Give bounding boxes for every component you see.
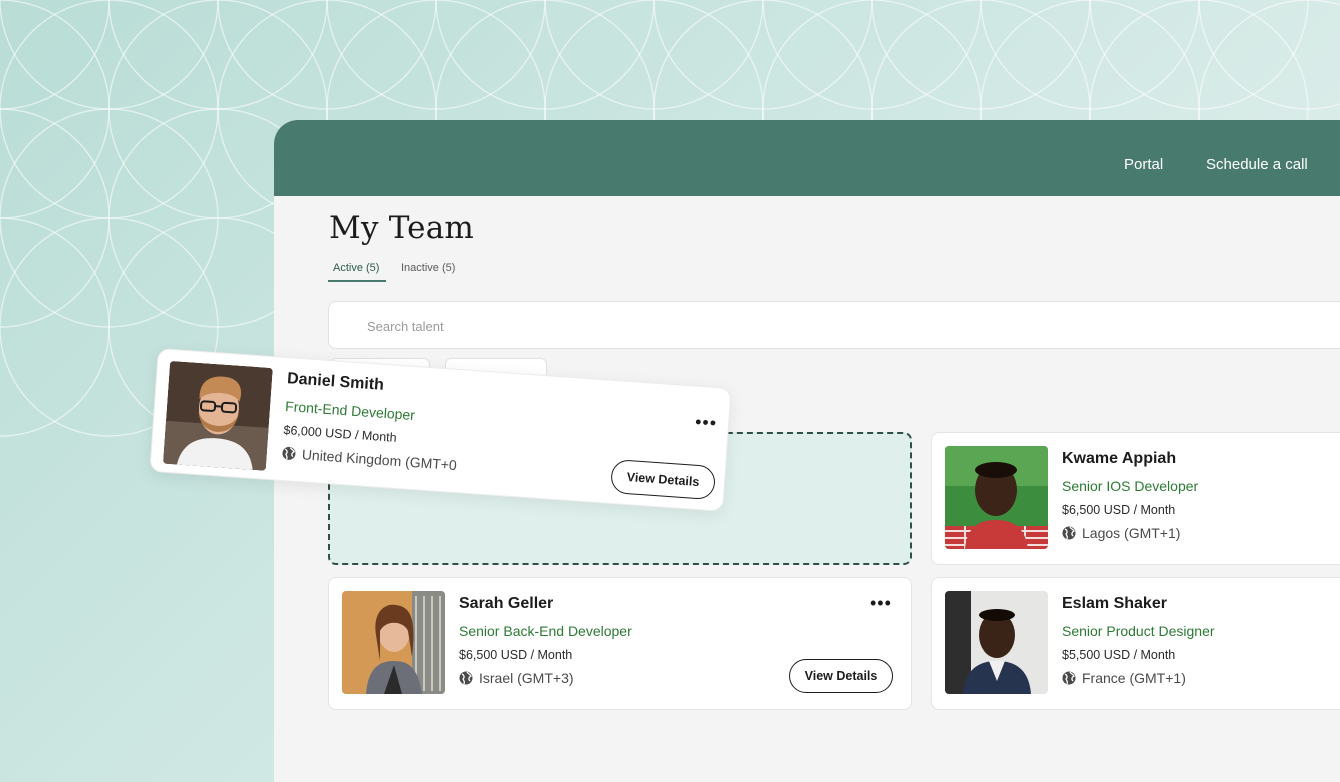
talent-location: Israel (GMT+3) <box>459 670 574 686</box>
talent-name: Sarah Geller <box>459 595 554 612</box>
active-tab-indicator <box>328 280 386 282</box>
talent-card-sarah[interactable]: Sarah Geller Senior Back-End Developer $… <box>328 577 912 710</box>
avatar <box>945 591 1048 694</box>
talent-name: Kwame Appiah <box>1062 450 1177 467</box>
talent-location: United Kingdom (GMT+0 <box>281 445 457 473</box>
view-details-button[interactable]: View Details <box>609 458 717 501</box>
globe-icon <box>1062 526 1076 540</box>
tab-inactive[interactable]: Inactive (5) <box>401 262 455 274</box>
talent-rate: $6,500 USD / Month <box>1062 503 1176 517</box>
talent-name: Eslam Shaker <box>1062 595 1167 612</box>
talent-role: Front-End Developer <box>284 398 416 424</box>
talent-name: Daniel Smith <box>286 370 385 394</box>
location-text: Israel (GMT+3) <box>479 670 574 686</box>
more-options-icon[interactable]: ••• <box>870 594 892 612</box>
talent-location: Lagos (GMT+1) <box>1062 525 1180 541</box>
talent-rate: $5,500 USD / Month <box>1062 648 1176 662</box>
location-text: Lagos (GMT+1) <box>1082 525 1181 541</box>
talent-role: Senior IOS Developer <box>1062 478 1199 494</box>
talent-card-eslam[interactable]: Eslam Shaker Senior Product Designer $5,… <box>931 577 1340 710</box>
search-placeholder: Search talent <box>367 319 444 334</box>
talent-rate: $6,000 USD / Month <box>283 422 398 445</box>
search-input[interactable]: Search talent <box>328 301 1340 349</box>
avatar <box>945 446 1048 549</box>
nav-link-portal[interactable]: Portal <box>1124 156 1163 173</box>
avatar <box>342 591 445 694</box>
page-title: My Team <box>329 210 475 246</box>
talent-rate: $6,500 USD / Month <box>459 648 573 662</box>
talent-role: Senior Back-End Developer <box>459 623 632 639</box>
more-options-icon[interactable]: ••• <box>694 412 717 433</box>
talent-role: Senior Product Designer <box>1062 623 1215 639</box>
top-navigation-bar: Portal Schedule a call <box>274 120 1340 196</box>
talent-location: France (GMT+1) <box>1062 670 1186 686</box>
talent-card-kwame[interactable]: Kwame Appiah Senior IOS Developer $6,500… <box>931 432 1340 565</box>
nav-link-schedule-call[interactable]: Schedule a call <box>1206 156 1308 173</box>
avatar <box>162 360 273 471</box>
globe-icon <box>1062 671 1076 685</box>
globe-icon <box>459 671 473 685</box>
view-details-button[interactable]: View Details <box>789 659 893 693</box>
location-text: United Kingdom (GMT+0 <box>301 446 458 474</box>
globe-icon <box>282 446 296 460</box>
location-text: France (GMT+1) <box>1082 670 1186 686</box>
tab-active[interactable]: Active (5) <box>333 262 379 274</box>
